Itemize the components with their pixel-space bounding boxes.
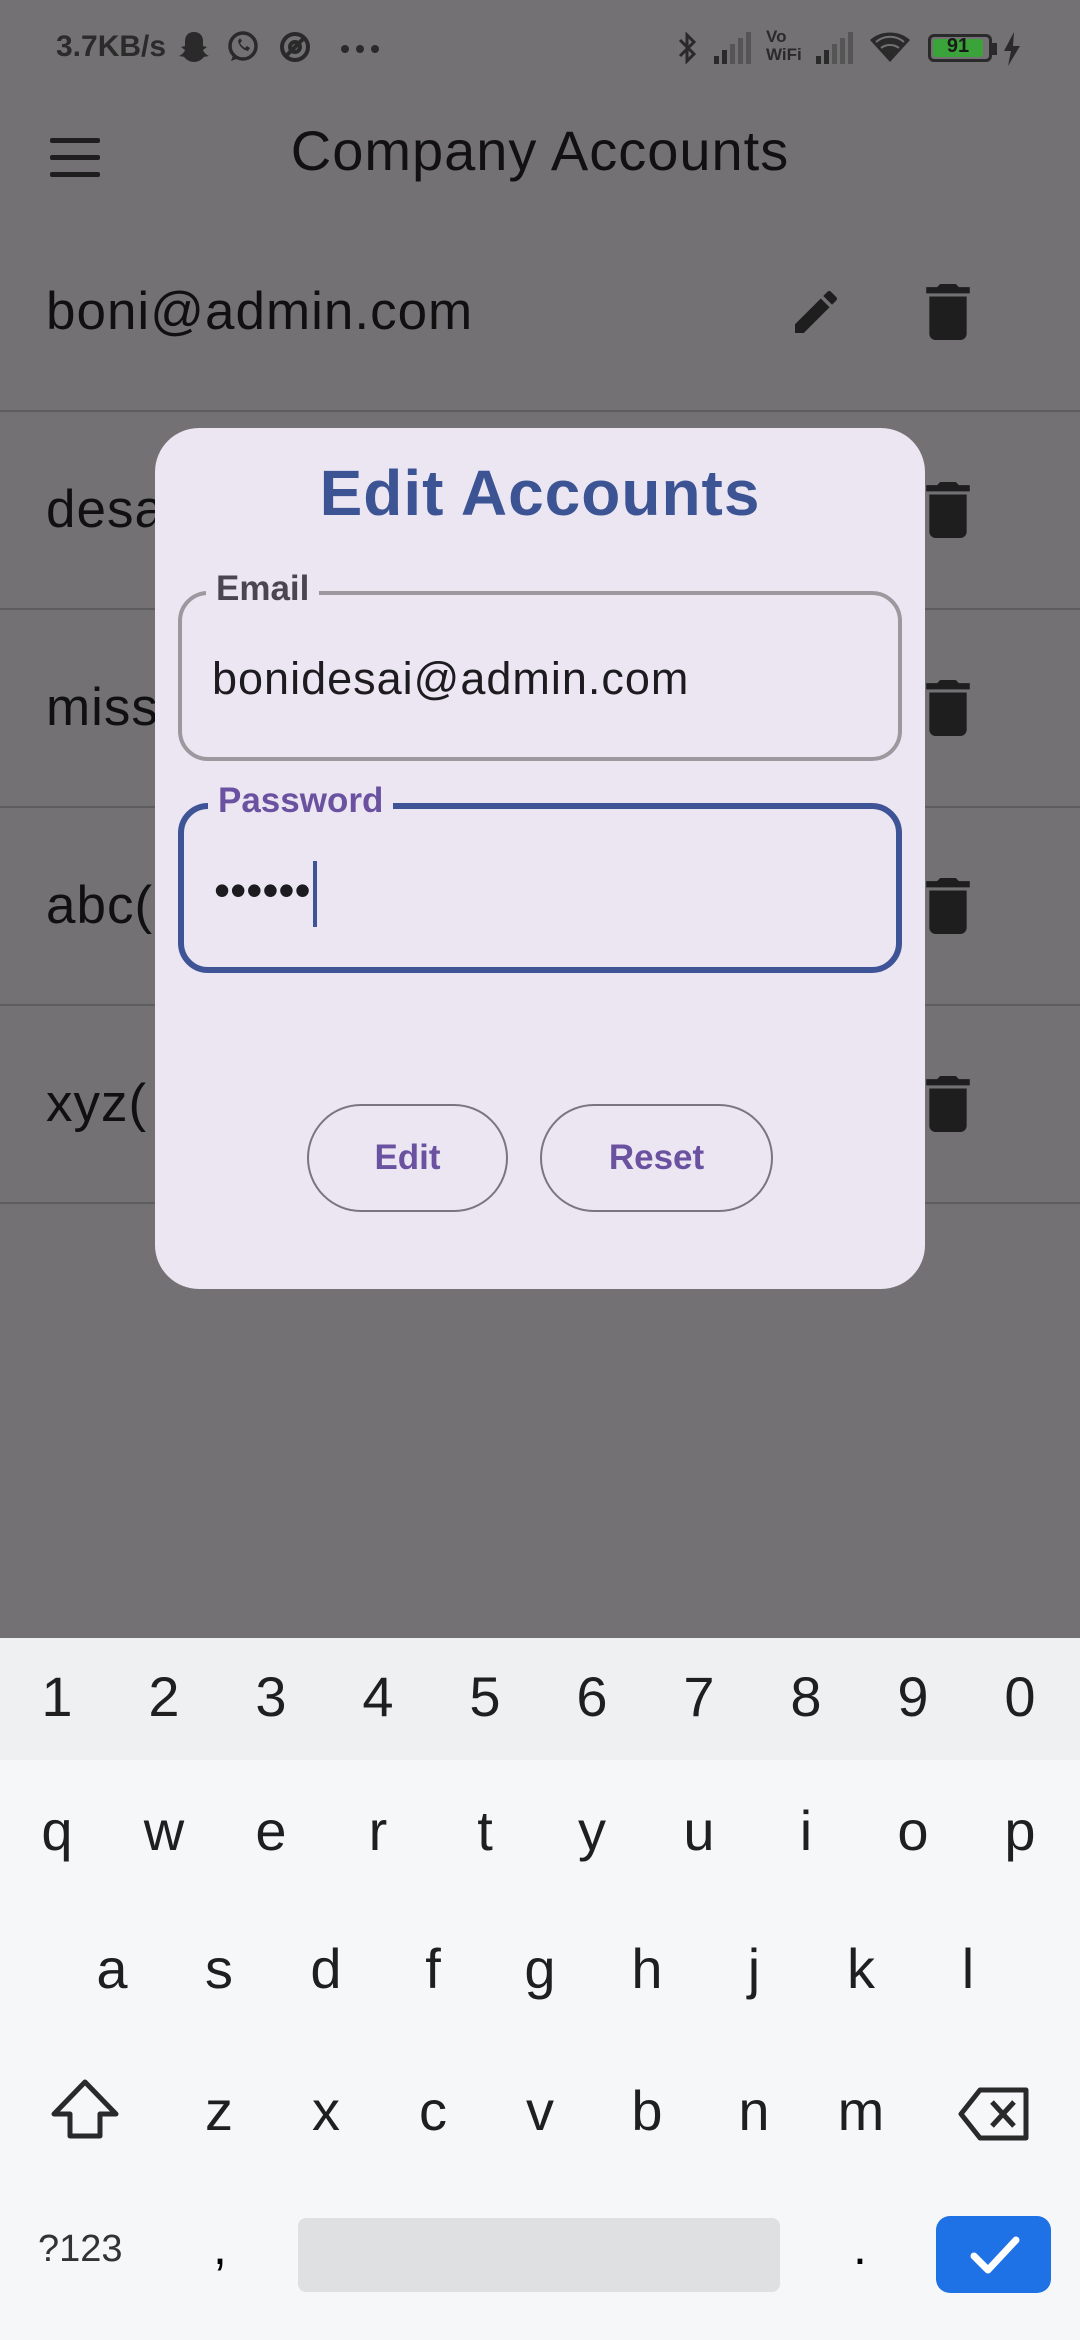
network-speed: 3.7KB/s — [56, 30, 167, 63]
soft-keyboard: 1 2 3 4 5 6 7 8 9 0 q w e r t y u i o p … — [0, 1638, 1080, 2340]
key-c[interactable]: c — [393, 2078, 473, 2143]
signal-icon — [714, 32, 751, 64]
enter-key[interactable] — [936, 2216, 1051, 2293]
shift-icon[interactable] — [50, 2078, 120, 2142]
vowifi-icon: Vo WiFi — [766, 28, 802, 64]
text-caret — [312, 861, 317, 927]
battery-icon: 91 — [928, 34, 997, 62]
key-j[interactable]: j — [714, 1936, 794, 2001]
checkmark-icon — [970, 2236, 1020, 2274]
key-e[interactable]: e — [231, 1798, 311, 1863]
password-field[interactable]: Password •••••• — [178, 781, 902, 973]
vowifi-text-bottom: WiFi — [766, 45, 802, 64]
email-value: bonidesai@admin.com — [212, 653, 690, 704]
key-p[interactable]: p — [980, 1798, 1060, 1863]
key-2[interactable]: 2 — [124, 1664, 204, 1729]
delete-icon[interactable] — [926, 878, 970, 934]
period-key[interactable]: . — [840, 2218, 880, 2276]
key-m[interactable]: m — [821, 2078, 901, 2143]
key-b[interactable]: b — [607, 2078, 687, 2143]
list-item: boni@admin.com — [0, 214, 1080, 412]
snapchat-icon — [179, 32, 209, 62]
key-z[interactable]: z — [179, 2078, 259, 2143]
vpn-icon — [280, 32, 310, 62]
signal-icon-2 — [816, 32, 853, 64]
key-k[interactable]: k — [821, 1936, 901, 2001]
account-email: desa — [46, 480, 165, 539]
email-field[interactable]: Email bonidesai@admin.com — [178, 569, 902, 761]
delete-icon[interactable] — [926, 1076, 970, 1132]
app-title: Company Accounts — [290, 119, 790, 182]
edit-dialog: Edit Accounts Email bonidesai@admin.com … — [155, 428, 925, 1289]
key-8[interactable]: 8 — [766, 1664, 846, 1729]
number-row: 1 2 3 4 5 6 7 8 9 0 — [0, 1638, 1080, 1760]
account-email: abc( — [46, 876, 154, 935]
key-6[interactable]: 6 — [552, 1664, 632, 1729]
wifi-icon — [870, 32, 910, 62]
status-bar: 3.7KB/s Vo WiFi 91 — [0, 0, 1080, 100]
password-label: Password — [208, 781, 394, 821]
password-value: •••••• — [214, 861, 317, 927]
key-r[interactable]: r — [338, 1798, 418, 1863]
delete-icon[interactable] — [926, 284, 970, 340]
key-g[interactable]: g — [500, 1936, 580, 2001]
charging-icon — [1004, 32, 1020, 66]
key-f[interactable]: f — [393, 1936, 473, 2001]
key-0[interactable]: 0 — [980, 1664, 1060, 1729]
key-x[interactable]: x — [286, 2078, 366, 2143]
backspace-icon[interactable] — [958, 2086, 1030, 2142]
dialog-title: Edit Accounts — [319, 457, 761, 529]
key-l[interactable]: l — [928, 1936, 1008, 2001]
key-n[interactable]: n — [714, 2078, 794, 2143]
key-s[interactable]: s — [179, 1936, 259, 2001]
account-email: boni@admin.com — [46, 282, 474, 341]
whatsapp-icon — [228, 31, 258, 61]
key-v[interactable]: v — [500, 2078, 580, 2143]
delete-icon[interactable] — [926, 482, 970, 538]
account-email: xyz( — [46, 1074, 148, 1133]
key-t[interactable]: t — [445, 1798, 525, 1863]
more-icon — [341, 45, 379, 53]
key-3[interactable]: 3 — [231, 1664, 311, 1729]
key-7[interactable]: 7 — [659, 1664, 739, 1729]
edit-button[interactable]: Edit — [307, 1104, 508, 1212]
key-y[interactable]: y — [552, 1798, 632, 1863]
key-w[interactable]: w — [124, 1798, 204, 1863]
key-1[interactable]: 1 — [17, 1664, 97, 1729]
key-4[interactable]: 4 — [338, 1664, 418, 1729]
key-d[interactable]: d — [286, 1936, 366, 2001]
key-u[interactable]: u — [659, 1798, 739, 1863]
space-key[interactable] — [298, 2218, 780, 2292]
symbols-key[interactable]: ?123 — [38, 2228, 123, 2271]
comma-key[interactable]: , — [200, 2218, 240, 2276]
vowifi-text-top: Vo — [766, 27, 787, 46]
key-h[interactable]: h — [607, 1936, 687, 2001]
bluetooth-icon — [678, 31, 697, 65]
key-5[interactable]: 5 — [445, 1664, 525, 1729]
key-o[interactable]: o — [873, 1798, 953, 1863]
reset-button[interactable]: Reset — [540, 1104, 773, 1212]
account-email: miss — [46, 678, 159, 737]
key-i[interactable]: i — [766, 1798, 846, 1863]
key-a[interactable]: a — [72, 1936, 152, 2001]
edit-icon[interactable] — [788, 284, 844, 340]
email-label: Email — [206, 569, 320, 609]
key-9[interactable]: 9 — [873, 1664, 953, 1729]
password-dots: •••••• — [214, 864, 311, 917]
key-q[interactable]: q — [17, 1798, 97, 1863]
battery-level: 91 — [946, 35, 970, 57]
delete-icon[interactable] — [926, 680, 970, 736]
